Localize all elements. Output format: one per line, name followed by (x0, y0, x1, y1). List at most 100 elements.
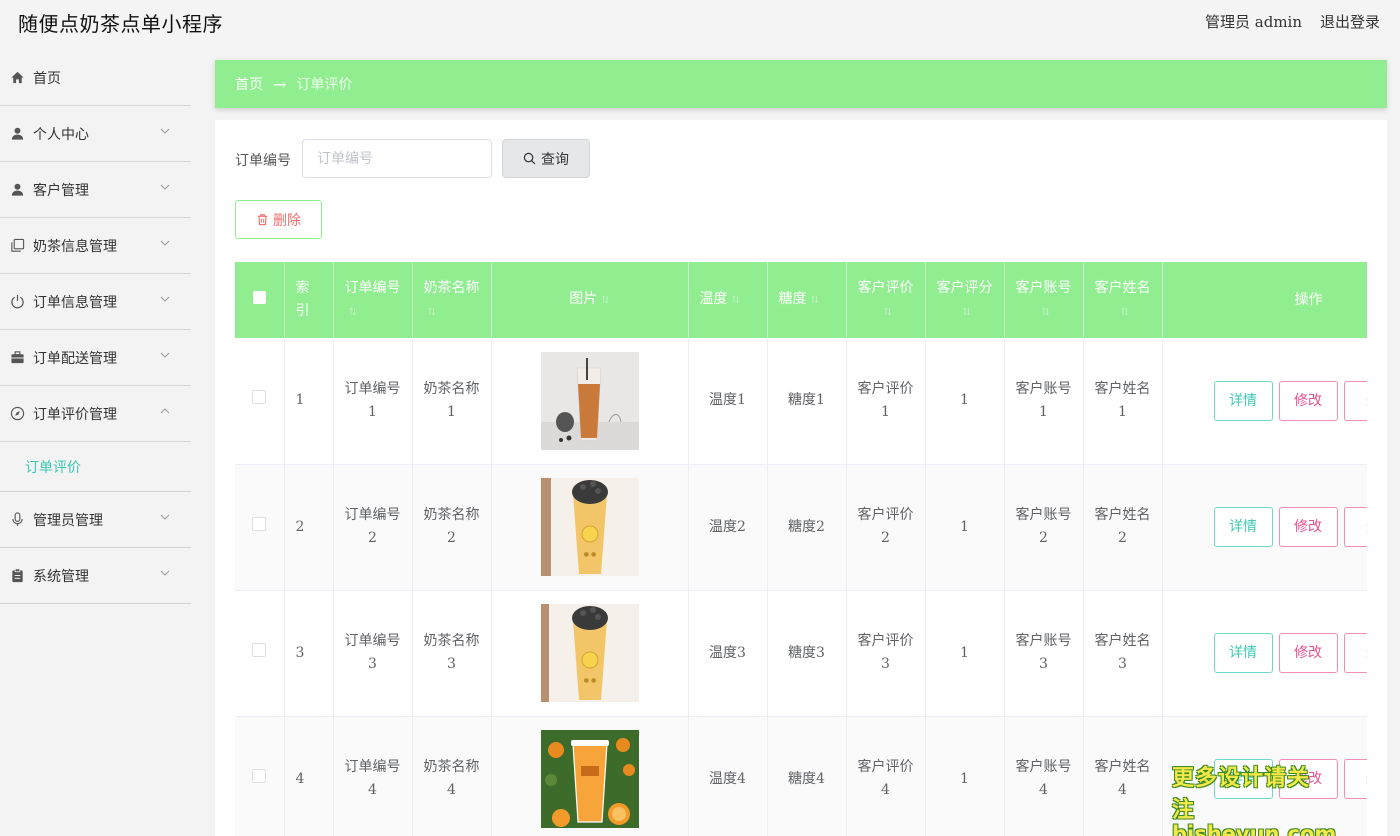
sidebar-item-label: 客户管理 (33, 182, 89, 199)
chevron-down-icon (160, 570, 170, 576)
chevron-down-icon (160, 514, 170, 520)
microphone-icon (8, 511, 26, 529)
column-header-review[interactable]: 客户评价 ⇅ (846, 262, 926, 338)
sidebar-item-label: 系统管理 (33, 568, 89, 585)
logout-link[interactable]: 退出登录 (1320, 11, 1380, 32)
user-icon (8, 125, 26, 143)
row-checkbox[interactable] (252, 516, 267, 531)
clipboard-icon (8, 567, 26, 585)
detail-button[interactable]: 详情 (1213, 380, 1273, 421)
sidebar-item-personal-center[interactable]: 个人中心 (0, 106, 191, 162)
row-delete-button[interactable]: 删 (1343, 633, 1367, 673)
cell-account: 客户账号4 (1004, 716, 1084, 836)
column-header-tea-name[interactable]: 奶茶名称 ⇅ (412, 262, 492, 338)
sidebar-subitem-order-review[interactable]: 订单评价 (0, 442, 191, 492)
column-header-score[interactable]: 客户评分 ⇅ (925, 262, 1005, 338)
sort-icon: ⇅ (1041, 306, 1050, 318)
home-icon (8, 69, 26, 87)
sidebar-item-label: 管理员管理 (33, 512, 103, 529)
delete-button-label: 删除 (273, 212, 301, 229)
cell-score: 1 (925, 716, 1005, 836)
column-header-customer-name[interactable]: 客户姓名 ⇅ (1083, 262, 1163, 338)
chevron-down-icon (160, 296, 170, 302)
search-button[interactable]: 查询 (502, 139, 590, 178)
row-select-cell (235, 338, 285, 465)
column-header-image[interactable]: 图片 ⇅ (491, 262, 689, 338)
sort-icon: ⇅ (883, 306, 892, 318)
detail-button[interactable]: 详情 (1213, 633, 1273, 673)
cell-actions: 详情修改删 (1162, 464, 1367, 591)
sidebar-item-order-review[interactable]: 订单评价管理 (0, 386, 191, 442)
cell-sugar: 糖度3 (767, 590, 847, 717)
cell-order-no: 订单编号2 (333, 464, 413, 591)
sidebar-item-label: 订单配送管理 (33, 350, 117, 367)
breadcrumb-home-link[interactable]: 首页 (235, 74, 263, 94)
cell-review: 客户评价1 (846, 338, 926, 465)
milk-tea-image (540, 351, 639, 450)
edit-button[interactable]: 修改 (1278, 507, 1338, 547)
review-table-wrapper[interactable]: 索引 订单编号 ⇅ 奶茶名称 ⇅ 图片 ⇅ 温度 ⇅ 糖度 ⇅ 客户评价 ⇅ 客户评分 ⇅ 客… (235, 262, 1367, 836)
sidebar-item-order-delivery[interactable]: 订单配送管理 (0, 330, 191, 386)
chevron-up-icon (160, 408, 170, 414)
sidebar-item-tea-info[interactable]: 奶茶信息管理 (0, 218, 191, 274)
cell-index: 1 (284, 338, 334, 465)
cell-tea-name: 奶茶名称2 (412, 464, 492, 591)
row-checkbox[interactable] (252, 642, 267, 657)
svg-text:● ●: ● ● (583, 677, 595, 684)
sort-icon: ⇅ (348, 306, 357, 318)
chevron-down-icon (160, 128, 170, 134)
user-icon (8, 181, 26, 199)
sort-icon: ⇅ (427, 306, 436, 318)
cell-temperature: 温度3 (688, 590, 768, 717)
column-header-sugar[interactable]: 糖度 ⇅ (767, 262, 847, 338)
column-header-account[interactable]: 客户账号 ⇅ (1004, 262, 1084, 338)
cell-sugar: 糖度2 (767, 464, 847, 591)
review-table: 索引 订单编号 ⇅ 奶茶名称 ⇅ 图片 ⇅ 温度 ⇅ 糖度 ⇅ 客户评价 ⇅ 客户评分 ⇅ 客… (235, 262, 1367, 836)
cell-score: 1 (925, 464, 1005, 591)
sort-icon: ⇅ (1120, 306, 1129, 318)
cell-temperature: 温度4 (688, 716, 768, 836)
cell-customer-name: 客户姓名3 (1083, 590, 1163, 717)
row-delete-button[interactable]: 删 (1343, 507, 1367, 547)
chevron-down-icon (160, 352, 170, 358)
sidebar-item-label: 订单信息管理 (33, 294, 117, 311)
watermark: 更多设计请关注 bisheyun.com (1172, 760, 1336, 836)
sidebar-item-admin[interactable]: 管理员管理 (0, 492, 191, 548)
edit-button[interactable]: 修改 (1278, 380, 1338, 421)
cell-image: ● ● (491, 590, 689, 717)
table-row: 2 订单编号2 奶茶名称2 ● ● 温度2 糖度2 客户评价2 1 客户账号2 … (235, 464, 1367, 591)
table-row: 3 订单编号3 奶茶名称3 ● ● 温度3 糖度3 客户评价3 1 客户账号3 … (235, 590, 1367, 717)
cell-temperature: 温度2 (688, 464, 768, 591)
search-button-label: 查询 (541, 151, 569, 168)
select-all-checkbox[interactable] (252, 290, 266, 304)
row-checkbox[interactable] (252, 768, 267, 783)
cell-account: 客户账号1 (1004, 338, 1084, 465)
sort-icon: ⇅ (962, 306, 971, 318)
column-header-temperature[interactable]: 温度 ⇅ (688, 262, 768, 338)
sort-icon: ⇅ (731, 295, 740, 306)
sidebar: 首页 个人中心 客户管理 奶茶信息管理 订单信息管理 订单配送管理 订单评价管理… (0, 50, 191, 836)
cell-account: 客户账号3 (1004, 590, 1084, 717)
column-header-order-no[interactable]: 订单编号 ⇅ (333, 262, 413, 338)
delete-button[interactable]: 删除 (235, 200, 322, 239)
table-row: 1 订单编号1 奶茶名称1 温度1 糖度1 客户评价1 1 客户账号1 客户姓名… (235, 338, 1367, 465)
copy-icon (8, 237, 26, 255)
cell-temperature: 温度1 (688, 338, 768, 465)
row-delete-button[interactable]: 删 (1343, 380, 1367, 421)
cell-order-no: 订单编号3 (333, 590, 413, 717)
edit-button[interactable]: 修改 (1278, 633, 1338, 673)
sidebar-item-system[interactable]: 系统管理 (0, 548, 191, 604)
row-checkbox[interactable] (252, 390, 267, 405)
order-number-search-input[interactable] (302, 139, 492, 178)
chevron-down-icon (160, 240, 170, 246)
power-icon (8, 293, 26, 311)
cell-review: 客户评价4 (846, 716, 926, 836)
sidebar-item-home[interactable]: 首页 (0, 50, 191, 106)
row-delete-button[interactable]: 删 (1343, 759, 1367, 799)
milk-tea-image (540, 730, 639, 828)
cell-index: 4 (284, 716, 334, 836)
sidebar-item-customers[interactable]: 客户管理 (0, 162, 191, 218)
detail-button[interactable]: 详情 (1213, 507, 1273, 547)
sidebar-item-order-info[interactable]: 订单信息管理 (0, 274, 191, 330)
row-select-cell (235, 716, 285, 836)
